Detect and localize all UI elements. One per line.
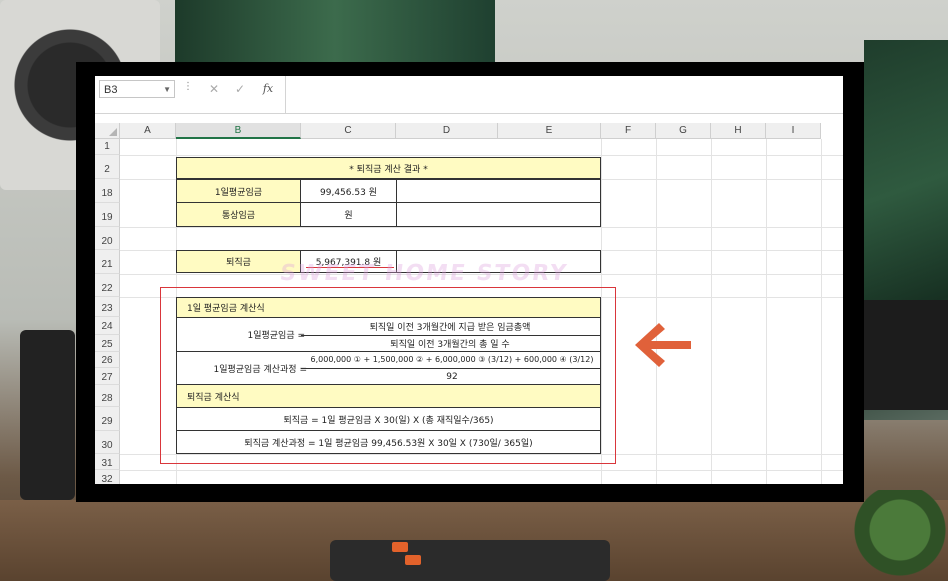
avg-daily-wage-label-cell[interactable]: 1일평균임금 [176,179,301,203]
severance-label: 퇴직금 [226,258,251,268]
row-header-28[interactable]: 28 [95,385,120,407]
watermark: SWEET HOME STORY [278,261,570,286]
chevron-down-icon[interactable]: ▼ [163,81,171,99]
avg-daily-wage-label: 1일평균임금 [214,187,263,198]
gridline [766,139,767,484]
keycap-orange [405,555,421,565]
insert-function-icon[interactable]: fx [259,80,277,98]
result-title-cell[interactable]: * 퇴직금 계산 결과 * [176,157,601,179]
name-box[interactable]: B3 ▼ [99,80,175,98]
column-header-i[interactable]: I [766,123,821,139]
row-header-18[interactable]: 18 [95,179,120,203]
row-header-24[interactable]: 24 [95,317,120,335]
gridline [120,470,843,471]
row-header-1[interactable]: 1 [95,139,120,155]
row-header-30[interactable]: 30 [95,431,120,454]
monitor-wallpaper-background [175,0,495,62]
column-header-c[interactable]: C [301,123,396,139]
row-header-29[interactable]: 29 [95,407,120,431]
column-header-e[interactable]: E [498,123,601,139]
avg-daily-wage-value-cell[interactable]: 99,456.53 원 [300,179,397,203]
row-header-20[interactable]: 20 [95,227,120,250]
ordinary-wage-value: 원 [344,211,353,221]
gridline [120,227,843,228]
column-header-b[interactable]: B [176,123,301,139]
column-header-g[interactable]: G [656,123,711,139]
gridline [711,139,712,484]
column-header-h[interactable]: H [711,123,766,139]
second-monitor-background [864,300,948,410]
empty-cell[interactable] [396,202,601,227]
keyboard-background [330,540,610,581]
tablet-background [20,330,75,500]
column-header-a[interactable]: A [120,123,176,139]
row-header-27[interactable]: 27 [95,368,120,385]
formula-input[interactable] [285,76,843,113]
gridline [821,139,822,484]
result-title: * 퇴직금 계산 결과 * [349,164,428,175]
red-highlight-box [160,287,616,464]
column-header-d[interactable]: D [396,123,498,139]
row-header-22[interactable]: 22 [95,274,120,297]
row-header-23[interactable]: 23 [95,297,120,317]
column-header-f[interactable]: F [601,123,656,139]
gridline [656,139,657,484]
row-header-21[interactable]: 21 [95,250,120,274]
empty-cell[interactable] [396,179,601,203]
row-header-31[interactable]: 31 [95,454,120,470]
arrow-left-icon [635,323,691,367]
select-all-corner[interactable] [95,123,120,139]
ordinary-wage-value-cell[interactable]: 원 [300,202,397,227]
ordinary-wage-label-cell[interactable]: 통상임금 [176,202,301,227]
formula-bar: B3 ▼ ⋮ ✕ ✓ fx [95,76,843,114]
row-header-2[interactable]: 2 [95,155,120,179]
row-header-26[interactable]: 26 [95,352,120,368]
row-header-19[interactable]: 19 [95,203,120,227]
ordinary-wage-label: 통상임금 [221,211,256,221]
spreadsheet-window: B3 ▼ ⋮ ✕ ✓ fx A B C D E F G H I 1 2 18 1… [95,76,843,484]
name-box-value: B3 [104,84,118,96]
cancel-icon[interactable]: ✕ [205,80,223,98]
enter-icon[interactable]: ✓ [231,80,249,98]
row-header-32[interactable]: 32 [95,470,120,484]
small-plant-background [850,490,948,581]
more-options-icon[interactable]: ⋮ [183,81,193,92]
row-header-25[interactable]: 25 [95,335,120,352]
keycap-orange [392,542,408,552]
avg-daily-wage-value: 99,456.53 원 [320,187,377,198]
gridline [120,155,843,156]
